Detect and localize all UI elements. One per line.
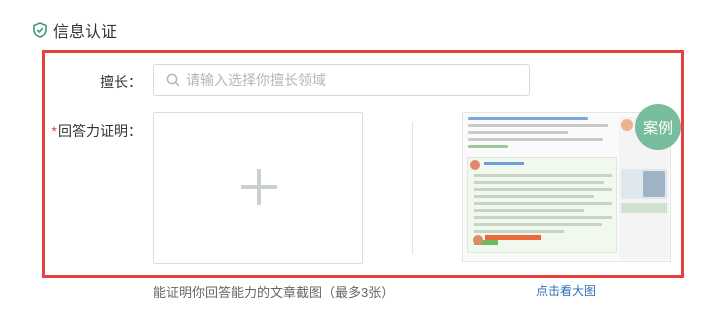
- view-large-image-link[interactable]: 点击看大图: [536, 282, 596, 299]
- image-upload-button[interactable]: [153, 112, 363, 264]
- divider: [412, 122, 413, 254]
- section-title: 信息认证: [33, 18, 117, 42]
- expertise-input[interactable]: [186, 72, 516, 88]
- expertise-label: 擅长：: [100, 72, 142, 92]
- section-title-text: 信息认证: [53, 24, 118, 41]
- example-badge: 案例: [635, 104, 681, 150]
- required-mark: *: [51, 123, 57, 139]
- expertise-search-field[interactable]: [153, 64, 530, 96]
- shield-check-icon: [33, 22, 47, 38]
- upload-hint: 能证明你回答能力的文章截图（最多3张）: [153, 285, 395, 300]
- search-icon: [166, 73, 180, 87]
- answer-proof-label: *回答力证明：: [48, 121, 142, 141]
- answer-proof-label-text: 回答力证明：: [58, 123, 142, 139]
- expertise-label-text: 擅长：: [100, 74, 142, 90]
